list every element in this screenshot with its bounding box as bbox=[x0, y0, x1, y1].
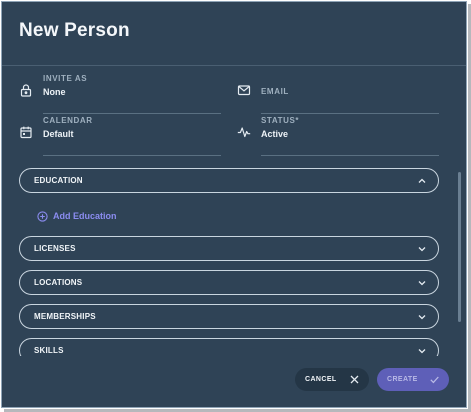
section-education-title: EDUCATION bbox=[34, 176, 83, 185]
add-education-button[interactable]: Add Education bbox=[37, 209, 117, 223]
chevron-down-icon bbox=[417, 244, 427, 254]
section-education[interactable]: EDUCATION bbox=[19, 168, 439, 193]
create-button-label: CREATE bbox=[387, 376, 418, 383]
dialog-header: New Person bbox=[2, 2, 466, 66]
invite-as-value: None bbox=[43, 87, 66, 97]
calendar-field[interactable]: CALENDAR Default bbox=[43, 116, 221, 156]
create-button[interactable]: CREATE bbox=[377, 368, 449, 391]
chevron-up-icon bbox=[417, 176, 427, 186]
calendar-label: CALENDAR bbox=[43, 116, 93, 125]
section-skills-title: SKILLS bbox=[34, 346, 64, 355]
cancel-button[interactable]: CANCEL bbox=[295, 368, 369, 391]
status-field[interactable]: STATUS* Active bbox=[261, 116, 439, 156]
section-licenses-title: LICENSES bbox=[34, 244, 76, 253]
close-icon bbox=[349, 374, 360, 385]
section-locations[interactable]: LOCATIONS bbox=[19, 270, 439, 295]
email-label: EMAIL bbox=[261, 87, 289, 96]
check-icon bbox=[429, 374, 440, 385]
dialog-footer: CANCEL CREATE bbox=[2, 356, 466, 407]
calendar-value: Default bbox=[43, 129, 74, 139]
chevron-down-icon bbox=[417, 278, 427, 288]
section-memberships[interactable]: MEMBERSHIPS bbox=[19, 304, 439, 329]
section-licenses[interactable]: LICENSES bbox=[19, 236, 439, 261]
lock-icon bbox=[19, 83, 33, 97]
new-person-dialog: New Person INVITE AS None EMAIL CALENDAR… bbox=[1, 1, 467, 408]
section-locations-title: LOCATIONS bbox=[34, 278, 83, 287]
chevron-down-icon bbox=[417, 346, 427, 356]
activity-icon bbox=[237, 125, 251, 139]
add-education-label: Add Education bbox=[53, 211, 117, 221]
chevron-down-icon bbox=[417, 312, 427, 322]
dialog-title: New Person bbox=[19, 20, 130, 41]
invite-as-label: INVITE AS bbox=[43, 74, 88, 83]
mail-icon bbox=[237, 83, 251, 97]
calendar-icon bbox=[19, 125, 33, 139]
status-label: STATUS* bbox=[261, 116, 300, 125]
cancel-button-label: CANCEL bbox=[305, 376, 337, 383]
section-memberships-title: MEMBERSHIPS bbox=[34, 312, 96, 321]
scrollbar[interactable] bbox=[458, 172, 461, 322]
email-field[interactable]: EMAIL bbox=[261, 74, 439, 114]
plus-circle-icon bbox=[37, 210, 48, 222]
invite-as-field[interactable]: INVITE AS None bbox=[43, 74, 221, 114]
status-value: Active bbox=[261, 129, 289, 139]
